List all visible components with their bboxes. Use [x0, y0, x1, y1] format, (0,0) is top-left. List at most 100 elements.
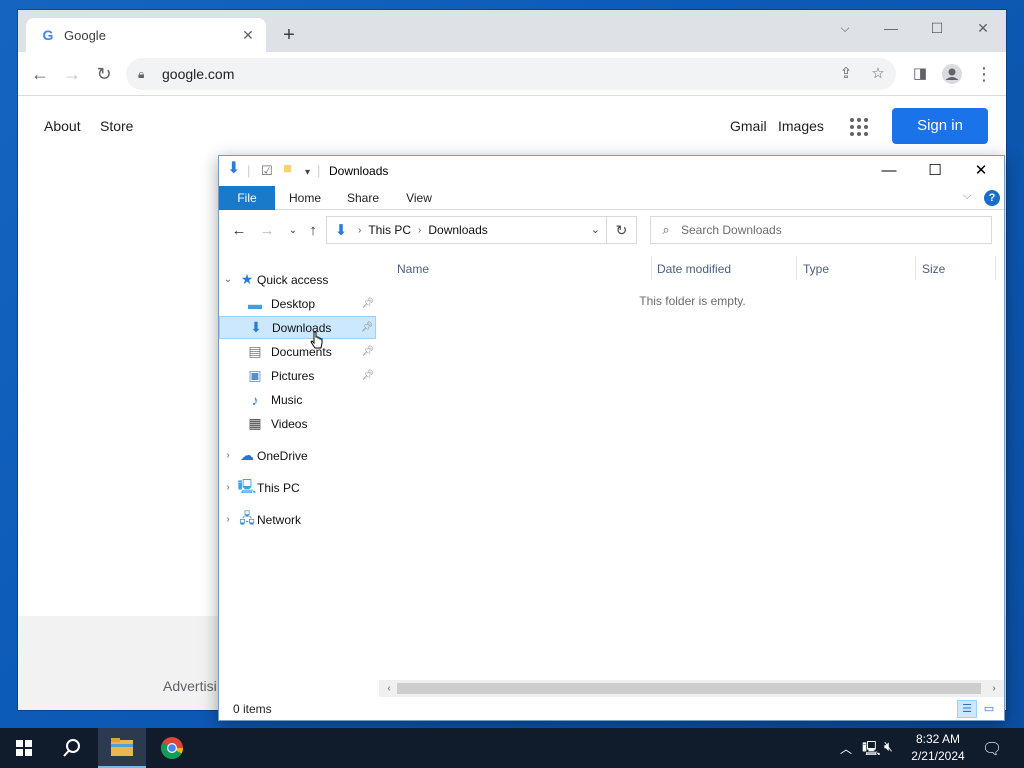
maximize-button[interactable]: ☐ — [914, 14, 960, 42]
expand-ribbon-icon[interactable]: ⌵ — [963, 190, 971, 203]
help-icon[interactable]: ? — [984, 190, 1000, 206]
tab-view[interactable]: View — [395, 186, 443, 210]
notification-icon[interactable]: 🗨︎ — [982, 739, 1002, 759]
column-divider[interactable] — [995, 256, 996, 280]
downloads-location-icon: ⬇ — [334, 222, 348, 239]
chevron-up-icon[interactable]: ︿ — [840, 740, 852, 757]
chrome-tab[interactable]: G Google ✕ — [26, 18, 266, 52]
this-pc-icon: 🖳︎ — [237, 477, 257, 494]
scrollbar-thumb[interactable] — [397, 683, 981, 694]
search-box[interactable]: ⌕ — [650, 216, 992, 244]
address-bar[interactable]: 🔒︎ google.com ⇪ ☆ — [126, 58, 896, 90]
tab-close-icon[interactable]: ✕ — [240, 27, 256, 44]
reload-icon[interactable]: ↻ — [90, 60, 118, 88]
file-explorer-icon[interactable] — [98, 728, 146, 768]
new-tab-button[interactable]: + — [278, 24, 300, 46]
store-link[interactable]: Store — [100, 118, 133, 134]
tab-home[interactable]: Home — [281, 186, 329, 210]
share-icon[interactable]: ⇪ — [834, 62, 858, 86]
kebab-menu-icon[interactable]: ⋮ — [970, 60, 998, 88]
nav-label: This PC — [257, 480, 300, 495]
lock-icon[interactable]: 🔒︎ — [138, 67, 152, 82]
quick-access-dropdown-icon[interactable]: ▾ — [305, 165, 310, 181]
address-dropdown-icon[interactable]: ⌄ — [591, 223, 600, 236]
back-arrow-icon[interactable]: ← — [26, 60, 54, 88]
nav-pictures[interactable]: ▣ Pictures 📌︎ — [219, 364, 376, 387]
nav-network[interactable]: › 🖧︎ Network — [219, 508, 376, 531]
nav-onedrive[interactable]: › ☁ OneDrive — [219, 444, 376, 467]
column-size[interactable]: Size — [922, 258, 945, 280]
breadcrumb-chevron-icon[interactable]: › — [418, 225, 421, 236]
breadcrumb-this-pc[interactable]: This PC — [368, 223, 411, 237]
back-arrow-icon[interactable]: ← — [229, 221, 249, 241]
side-panel-icon[interactable]: ◨ — [906, 60, 934, 88]
column-name[interactable]: Name — [397, 258, 429, 280]
google-favicon-icon: G — [42, 27, 54, 43]
music-folder-icon: ♪ — [251, 391, 259, 408]
maximize-button[interactable]: ☐ — [912, 156, 958, 186]
scroll-right-icon[interactable]: › — [986, 680, 1002, 697]
empty-folder-message: This folder is empty. — [639, 294, 746, 308]
tab-share[interactable]: Share — [339, 186, 387, 210]
about-link[interactable]: About — [44, 118, 81, 134]
explorer-title-bar[interactable]: ⬇ | ☑ ■ ▾ | Downloads — ☐ ✕ — [219, 156, 1004, 186]
up-arrow-icon[interactable]: ↑ — [303, 221, 323, 241]
google-apps-icon[interactable] — [850, 118, 868, 136]
nav-music[interactable]: ♪ Music — [219, 388, 376, 411]
search-icon[interactable] — [48, 728, 96, 768]
close-button[interactable]: ✕ — [958, 156, 1004, 186]
start-icon[interactable] — [0, 728, 48, 768]
forward-arrow-icon[interactable]: → — [257, 221, 277, 241]
refresh-icon[interactable]: ↻ — [606, 217, 636, 243]
nav-quick-access[interactable]: ⌄ ★ Quick access — [219, 268, 376, 291]
minimize-button[interactable]: — — [868, 14, 914, 42]
expand-chevron-icon[interactable]: › — [219, 482, 237, 493]
expand-chevron-icon[interactable]: › — [219, 450, 237, 461]
volume-muted-icon[interactable]: 🔇︎ — [884, 738, 893, 755]
gmail-link[interactable]: Gmail — [730, 118, 767, 134]
breadcrumb-chevron-icon[interactable]: › — [358, 225, 361, 236]
star-icon[interactable]: ☆ — [866, 62, 890, 86]
column-divider[interactable] — [651, 256, 652, 280]
network-icon[interactable]: 🖳︎ — [862, 738, 881, 762]
system-clock[interactable]: 8:32 AM 2/21/2024 — [900, 731, 976, 765]
details-view-icon[interactable]: ☰ — [957, 700, 977, 718]
advertising-link[interactable]: Advertisi — [163, 678, 217, 694]
sign-in-button[interactable]: Sign in — [892, 108, 988, 144]
collapse-chevron-icon[interactable]: ⌄ — [219, 274, 237, 285]
column-date-modified[interactable]: Date modified — [657, 258, 731, 280]
nav-this-pc[interactable]: › 🖳︎ This PC — [219, 476, 376, 499]
pin-icon: 📌︎ — [361, 298, 375, 309]
column-type[interactable]: Type — [803, 258, 829, 280]
recent-locations-icon[interactable]: ⌄ — [283, 221, 303, 241]
address-bar[interactable]: ⬇ › This PC › Downloads ⌄ ↻ — [326, 216, 637, 244]
horizontal-scrollbar[interactable]: ‹ › — [379, 680, 1004, 697]
url-text[interactable]: google.com — [162, 66, 234, 82]
properties-icon[interactable]: ☑ — [261, 163, 273, 179]
nav-desktop[interactable]: ▬ Desktop 📌︎ — [219, 292, 376, 315]
nav-documents[interactable]: ▤ Documents 📌︎ — [219, 340, 376, 363]
file-list[interactable]: Name Date modified Type Size This folder… — [381, 250, 1004, 690]
new-folder-icon[interactable]: ■ — [283, 161, 292, 177]
expand-chevron-icon[interactable]: › — [219, 514, 237, 525]
nav-label: Quick access — [257, 272, 329, 287]
scroll-left-icon[interactable]: ‹ — [381, 680, 397, 697]
nav-videos[interactable]: ▦ Videos — [219, 412, 376, 435]
pin-icon: 📌︎ — [361, 370, 375, 381]
chrome-icon[interactable] — [148, 728, 196, 768]
column-divider[interactable] — [915, 256, 916, 280]
forward-arrow-icon[interactable]: → — [58, 60, 86, 88]
large-icons-view-icon[interactable]: ▭ — [979, 700, 999, 718]
close-button[interactable]: ✕ — [960, 14, 1006, 42]
images-link[interactable]: Images — [778, 118, 824, 134]
nav-downloads[interactable]: ⬇ Downloads 📌︎ — [219, 316, 376, 339]
search-input[interactable] — [681, 223, 981, 237]
pin-icon: 📌︎ — [361, 346, 375, 357]
breadcrumb-downloads[interactable]: Downloads — [428, 223, 487, 237]
minimize-button[interactable]: — — [866, 156, 912, 186]
column-divider[interactable] — [796, 256, 797, 280]
tab-file[interactable]: File — [219, 186, 275, 210]
profile-icon[interactable] — [938, 60, 966, 88]
tab-search-icon[interactable]: ⌵ — [822, 14, 868, 42]
downloads-folder-icon: ⬇ — [250, 319, 262, 335]
